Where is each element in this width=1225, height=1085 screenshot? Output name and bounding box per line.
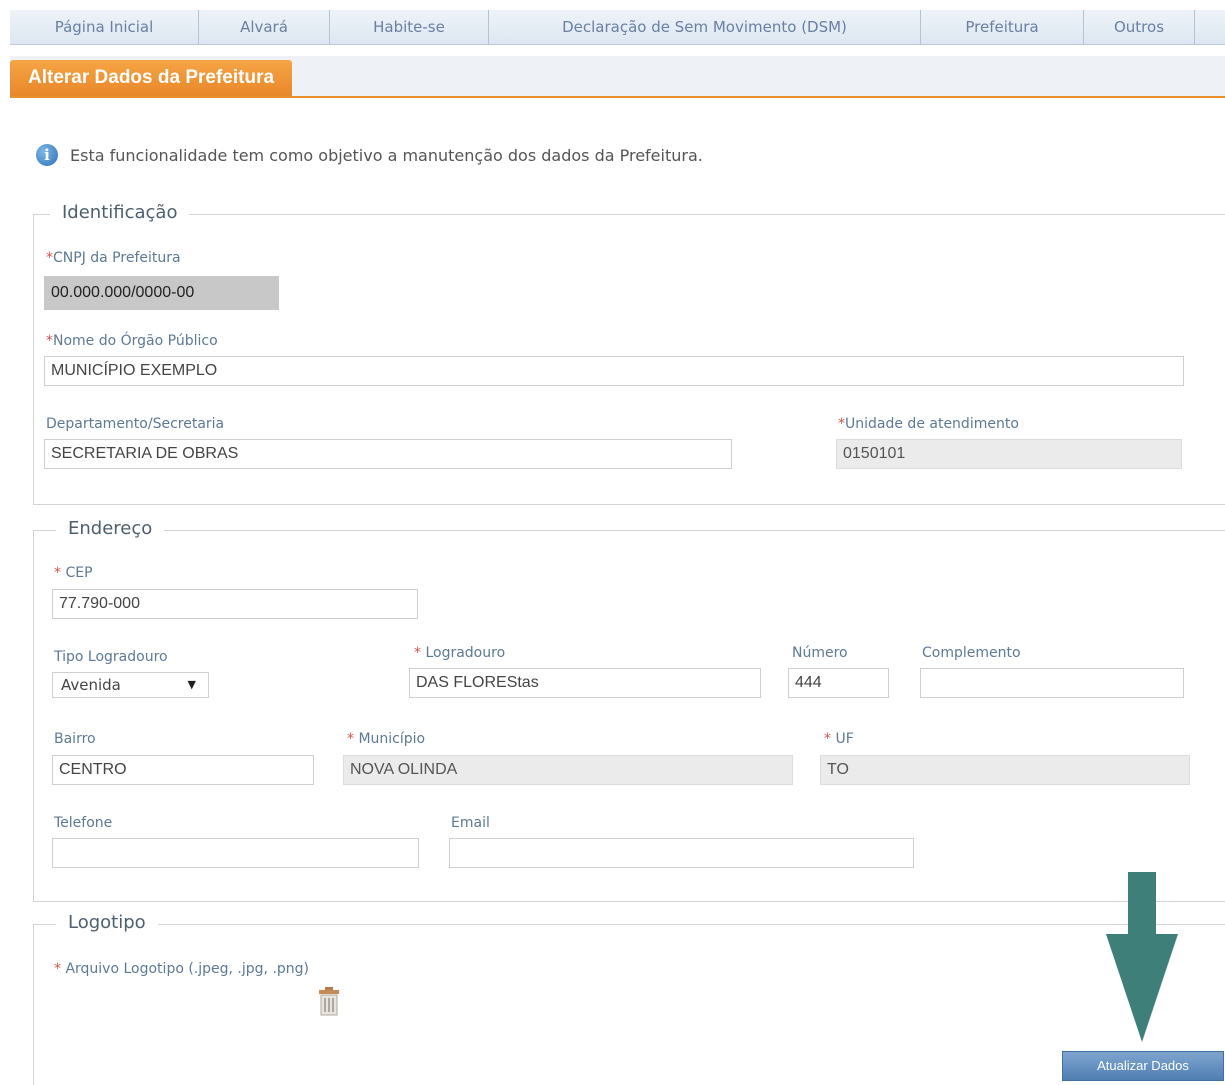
complemento-field[interactable] [920,668,1184,698]
nav-item-habite-se[interactable]: Habite-se [330,10,489,44]
municipio-label: * Município [347,731,426,747]
uf-label: * UF [824,731,854,747]
arrow-down-icon [1106,872,1178,1042]
info-message: i Esta funcionalidade tem como objetivo … [36,144,703,166]
departamento-field[interactable]: SECRETARIA DE OBRAS [44,439,732,469]
arquivo-logotipo-label: * Arquivo Logotipo (.jpeg, .jpg, .png) [54,961,310,977]
top-nav: Página Inicial Alvará Habite-se Declaraç… [10,10,1225,45]
page-header: Alterar Dados da Prefeitura [10,56,1225,98]
departamento-label: Departamento/Secretaria [46,416,225,432]
nome-orgao-field[interactable]: MUNICÍPIO EXEMPLO [44,356,1184,386]
cnpj-label: *CNPJ da Prefeitura [46,250,181,266]
email-field[interactable] [449,838,914,868]
identificacao-legend: Identificação [50,202,190,223]
cep-field[interactable]: 77.790-000 [52,589,418,619]
municipio-field: NOVA OLINDA [343,755,793,785]
info-text: Esta funcionalidade tem como objetivo a … [70,145,703,165]
endereco-legend: Endereço [56,518,165,539]
logradouro-field[interactable]: DAS FLOREStas [409,668,761,698]
unidade-field: 0150101 [836,439,1182,469]
unidade-label: *Unidade de atendimento [838,416,1019,432]
info-icon: i [36,144,58,166]
bairro-field[interactable]: CENTRO [52,755,314,785]
tipo-logradouro-label: Tipo Logradouro [54,649,168,665]
cnpj-field: 00.000.000/0000-00 [44,276,279,310]
trash-icon[interactable] [318,986,340,1016]
numero-label: Número [792,645,848,661]
logotipo-fieldset [33,924,1225,1085]
email-label: Email [451,815,490,831]
nav-item-prefeitura[interactable]: Prefeitura [921,10,1084,44]
uf-field: TO [820,755,1190,785]
page-title: Alterar Dados da Prefeitura [10,60,293,96]
dropdown-arrow-icon: ▼ [187,678,196,691]
nav-item-pagina-inicial[interactable]: Página Inicial [10,10,199,44]
nav-item-outros[interactable]: Outros [1084,10,1195,44]
tipo-logradouro-select[interactable]: Avenida ▼ [52,672,209,698]
complemento-label: Complemento [922,645,1021,661]
nav-item-alvara[interactable]: Alvará [199,10,330,44]
atualizar-dados-button[interactable]: Atualizar Dados [1062,1051,1224,1081]
bairro-label: Bairro [54,731,96,747]
nav-item-dsm[interactable]: Declaração de Sem Movimento (DSM) [489,10,921,44]
tipo-logradouro-value: Avenida [61,676,121,694]
logradouro-label: * Logradouro [414,645,506,661]
cep-label: * CEP [54,565,93,581]
numero-field[interactable]: 444 [788,668,889,698]
telefone-field[interactable] [52,838,419,868]
logotipo-legend: Logotipo [56,912,158,933]
nome-orgao-label: *Nome do Órgão Público [46,333,218,349]
telefone-label: Telefone [54,815,113,831]
